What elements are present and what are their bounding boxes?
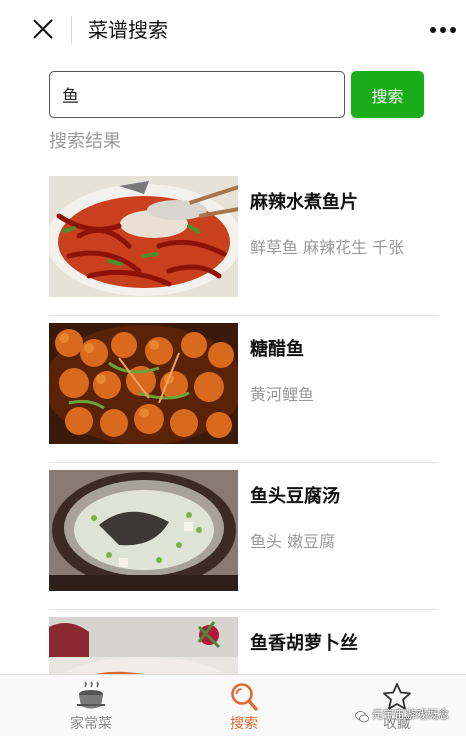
- tab-label: 家常菜: [70, 716, 112, 732]
- cooking-pot-icon: [75, 681, 107, 713]
- dish-photo-fish-head-tofu-soup: [49, 470, 238, 591]
- dish-photo-carrot-shreds: [49, 617, 238, 674]
- list-item[interactable]: 鱼香胡萝卜丝: [49, 609, 438, 674]
- dish-ingredients: 黄河鲤鱼: [250, 385, 315, 404]
- title-divider: [71, 16, 72, 44]
- top-bar: 菜谱搜索: [0, 0, 466, 60]
- wechat-icon: [355, 709, 369, 723]
- dish-ingredients: 鱼头 嫩豆腐: [250, 532, 336, 551]
- dish-name: 麻辣水煮鱼片: [250, 192, 358, 213]
- tab-label: 搜索: [230, 716, 258, 732]
- list-item[interactable]: 糖醋鱼 黄河鲤鱼: [49, 315, 438, 463]
- close-icon[interactable]: [30, 16, 56, 42]
- dish-name: 鱼香胡萝卜丝: [250, 633, 358, 654]
- search-button[interactable]: 搜索: [351, 71, 424, 118]
- dish-name: 鱼头豆腐汤: [250, 486, 340, 507]
- dish-photo-spicy-fish: [49, 176, 238, 297]
- results-heading: 搜索结果: [49, 131, 121, 152]
- dish-name: 糖醋鱼: [250, 339, 304, 360]
- search-icon: [228, 681, 260, 713]
- result-list[interactable]: 麻辣水煮鱼片 鲜草鱼 麻辣花生 千张 糖醋鱼 黄河鲤鱼 鱼头豆腐汤 鱼头 嫩豆腐…: [0, 168, 466, 674]
- tab-home-cooking[interactable]: 家常菜: [31, 675, 151, 736]
- tab-search[interactable]: 搜索: [184, 675, 304, 736]
- list-item[interactable]: 鱼头豆腐汤 鱼头 嫩豆腐: [49, 462, 438, 610]
- search-input[interactable]: [49, 71, 345, 118]
- tab-bar: 家常菜 搜索 收藏: [0, 674, 466, 736]
- watermark-text: 元宇宙游戏概念: [372, 708, 449, 721]
- more-dots-icon[interactable]: [430, 24, 460, 36]
- page-title: 菜谱搜索: [88, 18, 168, 42]
- list-item[interactable]: 麻辣水煮鱼片 鲜草鱼 麻辣花生 千张: [49, 168, 438, 316]
- dish-ingredients: 鲜草鱼 麻辣花生 千张: [250, 238, 405, 257]
- dish-photo-sweet-sour-fish: [49, 323, 238, 444]
